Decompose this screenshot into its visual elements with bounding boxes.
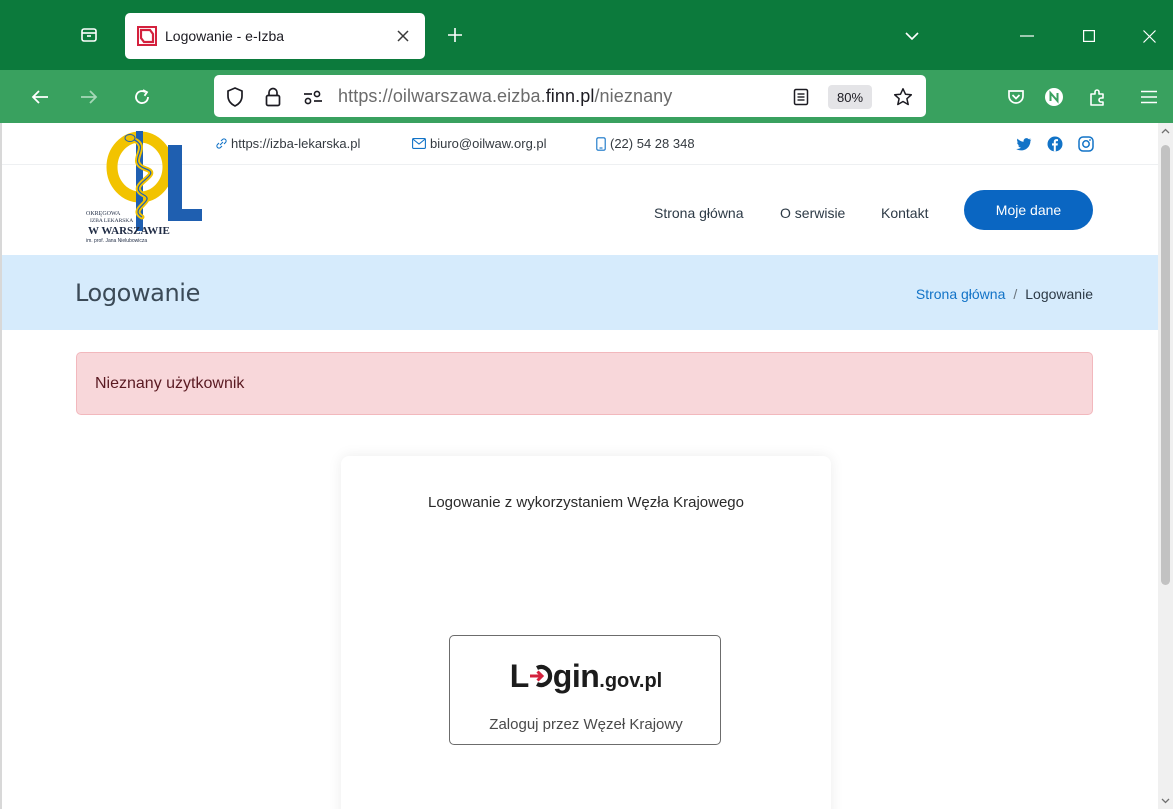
login-card-title: Logowanie z wykorzystaniem Węzła Krajowe… <box>428 494 744 511</box>
browser-nav-bar: https://oilwarszawa.eizba.finn.pl/niezna… <box>0 70 1173 123</box>
oil-emblem-icon: OKRĘGOWA IZBA LEKARSKA W WARSZAWIE im. p… <box>86 131 202 244</box>
close-window-icon[interactable] <box>1137 24 1161 48</box>
web-page: https://izba-lekarska.pl biuro@oilwaw.or… <box>0 123 1158 809</box>
tab-overview-icon[interactable] <box>74 20 104 50</box>
active-tab[interactable]: Logowanie - e-Izba <box>125 13 425 59</box>
login-gov-letter-l: L <box>509 658 530 694</box>
login-gov-button-label: Zaloguj przez Węzeł Krajowy <box>489 716 683 733</box>
envelope-icon <box>412 138 426 149</box>
page-title: Logowanie <box>75 279 200 307</box>
url-host-pre: https://oilwarszawa.eizba. <box>338 86 546 106</box>
tab-title: Logowanie - e-Izba <box>165 28 285 44</box>
new-tab-plus-icon[interactable] <box>440 20 470 50</box>
browser-tab-bar: Logowanie - e-Izba <box>0 0 1173 70</box>
login-gov-arrow-o-icon <box>529 664 552 688</box>
page-header-band: Logowanie Strona główna / Logowanie <box>2 255 1158 330</box>
facebook-icon[interactable] <box>1047 136 1063 152</box>
instagram-icon[interactable] <box>1078 136 1094 152</box>
account-avatar-icon[interactable] <box>1040 83 1068 111</box>
website-contact[interactable]: https://izba-lekarska.pl <box>216 136 360 151</box>
login-gov-letters-gin: gin <box>552 658 600 694</box>
tracking-shield-icon[interactable] <box>224 86 246 108</box>
login-gov-button[interactable]: L gin.gov.pl Zaloguj przez Węzeł Krajowy <box>449 635 721 745</box>
phone-number[interactable]: (22) 54 28 348 <box>610 136 695 151</box>
phone-icon <box>596 136 606 151</box>
minimize-icon[interactable] <box>1015 24 1039 48</box>
page-scrollbar[interactable] <box>1158 123 1173 809</box>
list-all-tabs-chevron-icon[interactable] <box>900 24 924 48</box>
error-alert: Nieznany użytkownik <box>76 352 1093 415</box>
forward-icon[interactable] <box>75 83 103 111</box>
login-gov-logo: L gin.gov.pl <box>450 658 722 695</box>
logo-line4: im. prof. Jana Nielubowicza <box>86 238 147 244</box>
nav-contact[interactable]: Kontakt <box>881 205 928 221</box>
logo-line1: OKRĘGOWA <box>86 211 121 217</box>
logo-line3: W WARSZAWIE <box>88 225 170 237</box>
link-icon <box>216 138 227 149</box>
login-card: Logowanie z wykorzystaniem Węzła Krajowe… <box>341 456 831 809</box>
breadcrumb: Strona główna / Logowanie <box>916 286 1093 302</box>
tab-close-icon[interactable] <box>393 26 413 46</box>
scroll-down-arrow-icon[interactable] <box>1160 795 1171 806</box>
breadcrumb-separator: / <box>1013 286 1018 302</box>
logo-line2: IZBA LEKARSKA <box>90 218 133 224</box>
url-host-domain: finn.pl <box>545 86 595 106</box>
lock-icon[interactable] <box>262 86 284 108</box>
back-icon[interactable] <box>26 83 54 111</box>
url-path: /nieznany <box>594 86 673 106</box>
my-data-button[interactable]: Moje dane <box>964 190 1093 230</box>
login-gov-domain: .gov.pl <box>599 670 663 692</box>
site-favicon-icon <box>137 26 157 46</box>
email-link[interactable]: biuro@oilwaw.org.pl <box>430 136 547 151</box>
pocket-icon[interactable] <box>1002 83 1030 111</box>
nav-home[interactable]: Strona główna <box>654 205 744 221</box>
breadcrumb-home-link[interactable]: Strona główna <box>916 286 1006 302</box>
email-contact[interactable]: biuro@oilwaw.org.pl <box>412 136 547 151</box>
url-text[interactable]: https://oilwarszawa.eizba.finn.pl/niezna… <box>338 86 672 107</box>
scrollbar-thumb[interactable] <box>1161 145 1170 585</box>
address-bar[interactable]: https://oilwarszawa.eizba.finn.pl/niezna… <box>214 75 926 117</box>
menu-hamburger-icon[interactable] <box>1135 83 1163 111</box>
scroll-up-arrow-icon[interactable] <box>1160 126 1171 137</box>
breadcrumb-current: Logowanie <box>1025 286 1093 302</box>
maximize-icon[interactable] <box>1077 24 1101 48</box>
error-alert-message: Nieznany użytkownik <box>95 375 245 392</box>
reload-icon[interactable] <box>128 83 156 111</box>
permissions-icon[interactable] <box>302 86 324 108</box>
bookmark-star-icon[interactable] <box>892 86 914 108</box>
website-link[interactable]: https://izba-lekarska.pl <box>231 136 360 151</box>
phone-contact[interactable]: (22) 54 28 348 <box>596 136 695 151</box>
oil-logo[interactable]: OKRĘGOWA IZBA LEKARSKA W WARSZAWIE im. p… <box>84 129 210 249</box>
nav-about[interactable]: O serwisie <box>780 205 845 221</box>
reader-view-icon[interactable] <box>790 86 812 108</box>
twitter-icon[interactable] <box>1016 136 1032 152</box>
extensions-icon[interactable] <box>1084 83 1112 111</box>
zoom-level-badge[interactable]: 80% <box>828 85 872 109</box>
